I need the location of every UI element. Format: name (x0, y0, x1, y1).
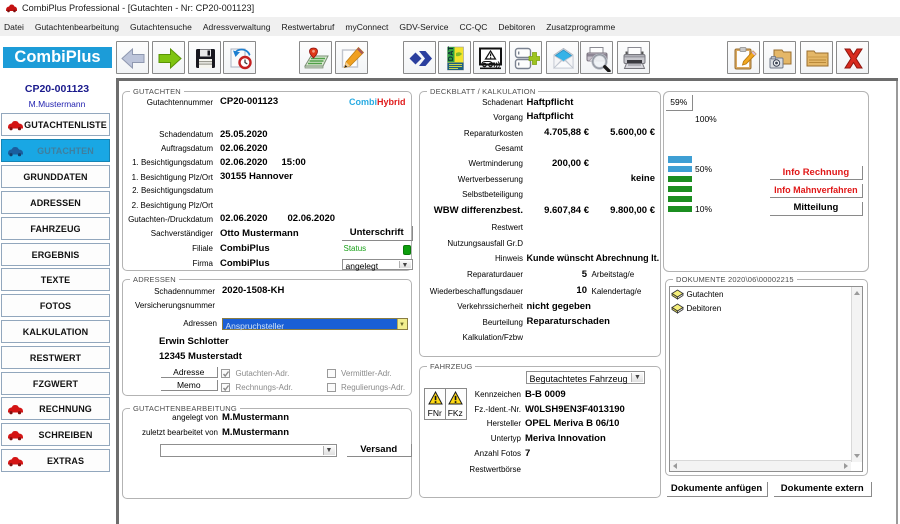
svg-text:DAT: DAT (447, 46, 454, 62)
